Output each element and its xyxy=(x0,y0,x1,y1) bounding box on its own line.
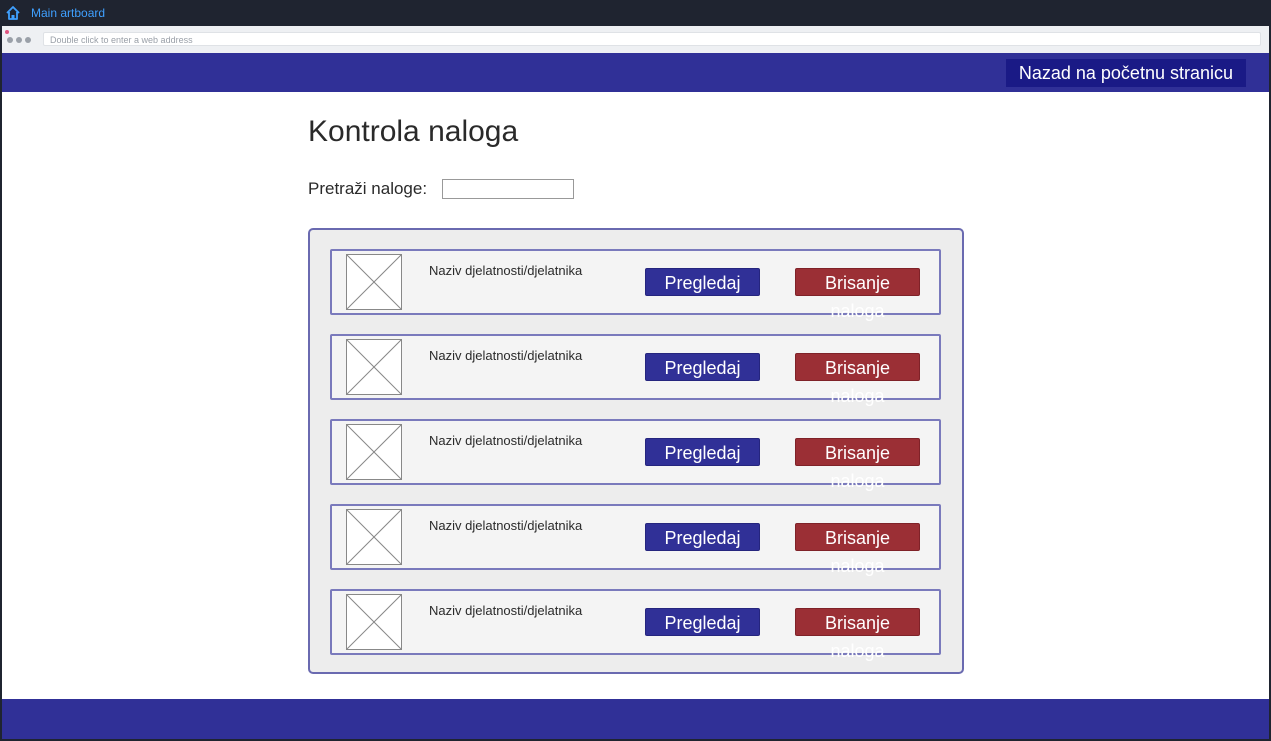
list-item: Naziv djelatnosti/djelatnika Pregledaj B… xyxy=(330,334,941,406)
record-indicator-icon xyxy=(5,30,9,34)
image-placeholder-icon xyxy=(346,424,402,480)
list-item: Naziv djelatnosti/djelatnika Pregledaj B… xyxy=(330,419,941,491)
account-name: Naziv djelatnosti/djelatnika xyxy=(429,518,583,533)
window-dot-icon[interactable] xyxy=(25,37,31,43)
delete-account-button[interactable]: Brisanje naloga xyxy=(795,523,920,576)
view-button[interactable]: Pregledaj xyxy=(645,523,760,551)
image-placeholder-icon xyxy=(346,594,402,650)
account-name: Naziv djelatnosti/djelatnika xyxy=(429,348,583,363)
page-footer xyxy=(2,699,1269,739)
page: Nazad na početnu stranicu Kontrola nalog… xyxy=(2,53,1269,739)
image-placeholder-icon xyxy=(346,509,402,565)
list-item: Naziv djelatnosti/djelatnika Pregledaj B… xyxy=(330,504,941,576)
delete-account-button[interactable]: Brisanje naloga xyxy=(795,438,920,491)
account-name: Naziv djelatnosti/djelatnika xyxy=(429,603,583,618)
address-bar[interactable]: Double click to enter a web address xyxy=(43,32,1261,46)
window-controls xyxy=(7,37,31,43)
back-to-home-button[interactable]: Nazad na početnu stranicu xyxy=(1005,59,1246,87)
delete-account-button[interactable]: Brisanje naloga xyxy=(795,608,920,661)
view-button[interactable]: Pregledaj xyxy=(645,438,760,466)
delete-account-button[interactable]: Brisanje naloga xyxy=(795,353,920,406)
delete-account-button[interactable]: Brisanje naloga xyxy=(795,268,920,321)
page-title: Kontrola naloga xyxy=(308,115,519,148)
browser-chrome: Double click to enter a web address xyxy=(2,26,1269,54)
page-header: Nazad na početnu stranicu xyxy=(2,53,1269,92)
search-label: Pretraži naloge: xyxy=(308,179,428,198)
app-bar: Main artboard xyxy=(0,0,1271,26)
account-name: Naziv djelatnosti/djelatnika xyxy=(429,433,583,448)
accounts-list: Naziv djelatnosti/djelatnika Pregledaj B… xyxy=(308,228,964,674)
view-button[interactable]: Pregledaj xyxy=(645,353,760,381)
window-dot-icon[interactable] xyxy=(7,37,13,43)
view-button[interactable]: Pregledaj xyxy=(645,608,760,636)
search-input[interactable] xyxy=(442,179,574,199)
account-name: Naziv djelatnosti/djelatnika xyxy=(429,263,583,278)
image-placeholder-icon xyxy=(346,339,402,395)
view-button[interactable]: Pregledaj xyxy=(645,268,760,296)
image-placeholder-icon xyxy=(346,254,402,310)
window-dot-icon[interactable] xyxy=(16,37,22,43)
list-item: Naziv djelatnosti/djelatnika Pregledaj B… xyxy=(330,589,941,661)
home-icon[interactable] xyxy=(5,5,21,21)
list-item: Naziv djelatnosti/djelatnika Pregledaj B… xyxy=(330,249,941,321)
artboard-title[interactable]: Main artboard xyxy=(31,6,105,20)
